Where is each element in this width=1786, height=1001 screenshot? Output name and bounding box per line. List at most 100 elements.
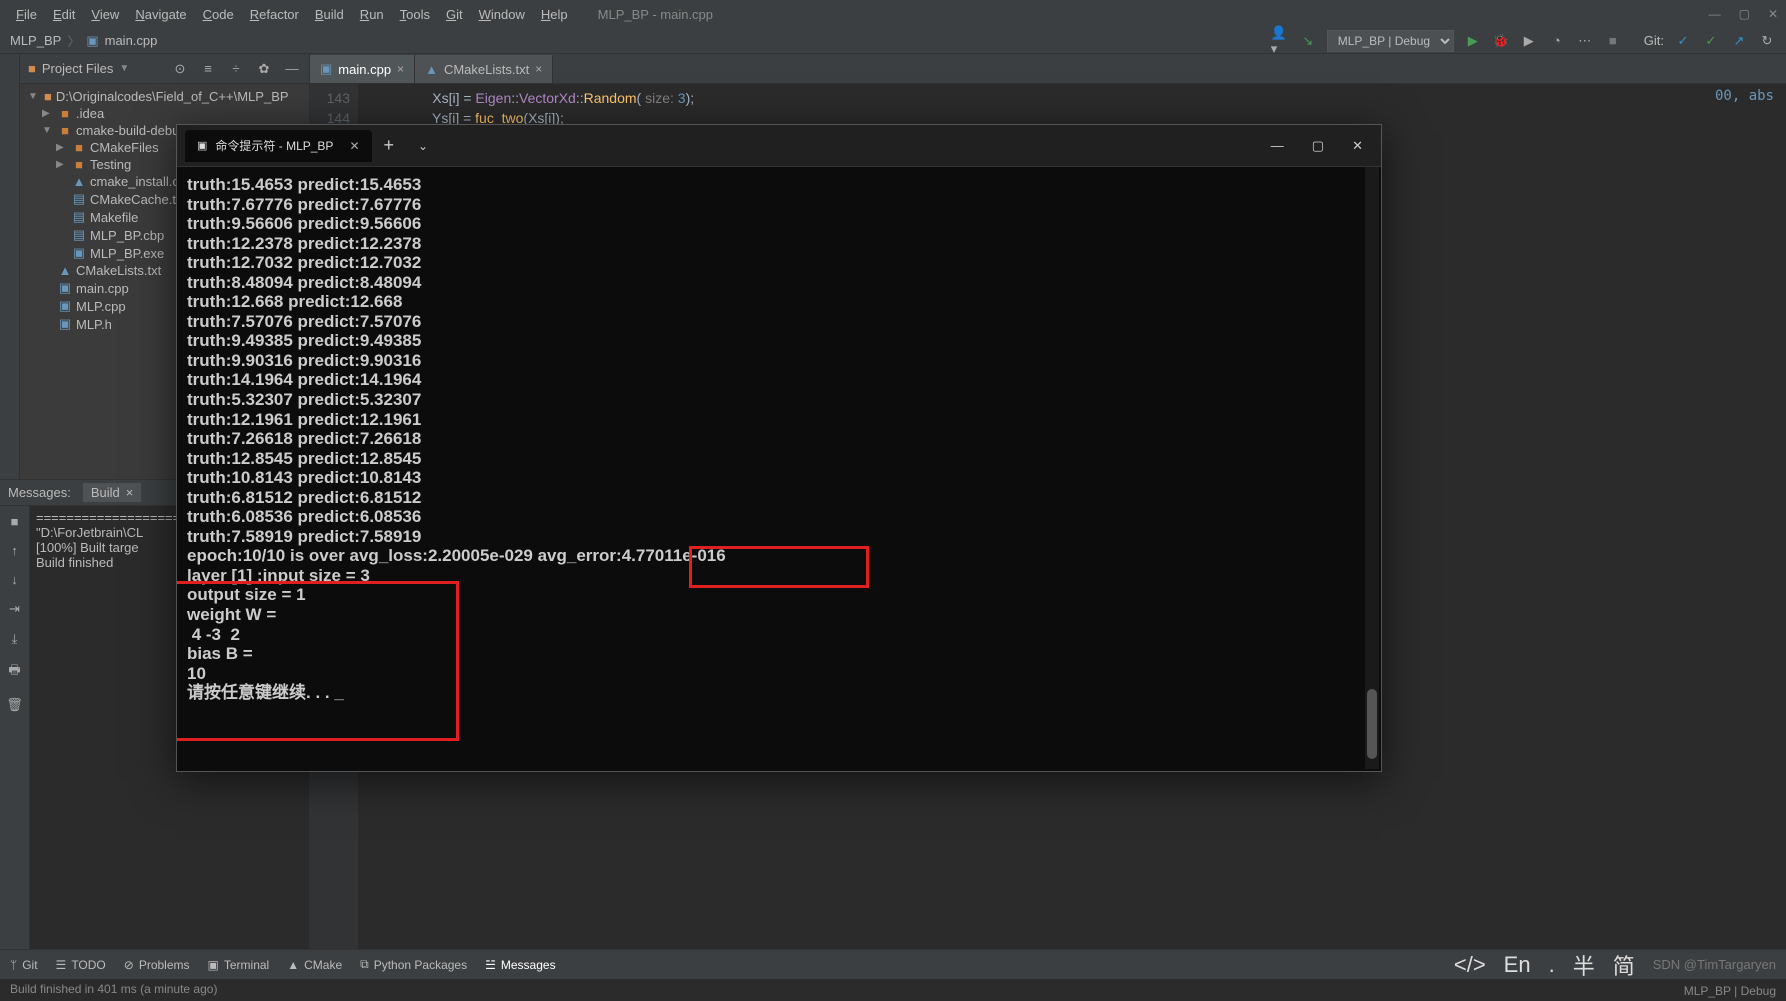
terminal-output[interactable]: truth:15.4653 predict:15.4653truth:7.677… [177,167,1381,771]
git-commit-icon[interactable]: ✓ [1702,32,1720,50]
ime-mode[interactable]: 简 [1613,949,1635,981]
tree-label: MLP.cpp [76,299,126,314]
tool-window-python-packages[interactable]: ⧉Python Packages [360,957,467,972]
terminal-line: 4 -3 2 [187,625,1371,645]
file-icon: ■ [72,140,86,155]
coverage-icon[interactable]: ▶ [1520,32,1538,50]
terminal-tab[interactable]: ▣ 命令提示符 - MLP_BP ✕ [185,130,372,162]
tool-window-todo[interactable]: ☰TODO [56,957,106,972]
tool-window-git[interactable]: ᛘGit [10,957,38,972]
terminal-line: truth:6.08536 predict:6.08536 [187,507,1371,527]
terminal-line: truth:12.7032 predict:12.7032 [187,253,1371,273]
terminal-line: output size = 1 [187,585,1371,605]
tool-window-terminal[interactable]: ▣Terminal [208,957,270,972]
maximize-icon[interactable]: ▢ [1312,138,1324,154]
git-history-icon[interactable]: ↻ [1758,32,1776,50]
tree-label: Makefile [90,210,138,225]
run-config-select[interactable]: MLP_BP | Debug [1327,30,1454,52]
scroll-icon[interactable]: ⤓ [12,631,18,647]
breadcrumb-file[interactable]: main.cpp [105,33,158,48]
breadcrumb-root[interactable]: MLP_BP [10,33,61,48]
tree-label: CMakeLists.txt [76,263,161,278]
tree-label: MLP_BP.exe [90,246,164,261]
tool-window-bar: ᛘGit ☰TODO ⊘Problems ▣Terminal ▲CMake ⧉Python… [0,949,1786,979]
tool-window-cmake[interactable]: ▲CMake [287,957,342,972]
terminal-scrollbar-track[interactable] [1365,167,1379,769]
minimize-icon[interactable]: — [1271,138,1284,154]
file-icon: ■ [72,157,86,172]
tool-window-messages[interactable]: ☱ Messages [485,957,555,972]
menu-code[interactable]: Code [195,5,242,24]
collapse-all-icon[interactable]: ÷ [227,60,245,78]
ime-dot[interactable]: . [1549,952,1555,978]
select-opened-icon[interactable]: ⊙ [171,60,189,78]
tool-window-label: Messages [501,958,556,972]
trash-icon[interactable]: 🗑 [6,697,23,713]
menu-run[interactable]: Run [352,5,392,24]
editor-tab[interactable]: ▣main.cpp× [310,55,415,83]
menu-file[interactable]: File [8,5,45,24]
stop-icon[interactable]: ■ [11,514,19,529]
run-icon[interactable]: ▶ [1464,32,1482,50]
file-icon: ▣ [58,298,72,314]
tool-window-label: TODO [71,958,105,972]
close-icon[interactable]: × [397,62,404,76]
terminal-line: truth:9.56606 predict:9.56606 [187,214,1371,234]
menu-git[interactable]: Git [438,5,471,24]
menu-help[interactable]: Help [533,5,576,24]
editor-tab[interactable]: ▲CMakeLists.txt× [415,55,553,83]
minimize-icon[interactable]: — [1709,7,1721,21]
git-update-icon[interactable]: ✓ [1674,32,1692,50]
code-icon[interactable]: </> [1454,952,1486,978]
menu-refactor[interactable]: Refactor [242,5,307,24]
ime-width[interactable]: 半 [1573,949,1595,981]
hide-icon[interactable]: — [283,60,301,78]
git-push-icon[interactable]: ↗ [1730,32,1748,50]
terminal-icon: ▣ [208,958,219,972]
settings-icon[interactable]: ✿ [255,60,273,78]
status-right: MLP_BP | Debug [1684,984,1776,998]
attach-icon[interactable]: ⋯ [1576,32,1594,50]
menu-view[interactable]: View [83,5,127,24]
close-icon[interactable]: × [126,485,134,500]
tab-dropdown-icon[interactable]: ⌄ [406,139,440,153]
menu-tools[interactable]: Tools [392,5,438,24]
close-icon[interactable]: ✕ [1352,138,1363,154]
project-files-label[interactable]: Project Files [42,61,114,76]
tree-node[interactable]: ▶■.idea [20,105,309,122]
msg-icon: ☱ [485,958,496,972]
window-title: MLP_BP - main.cpp [598,7,713,22]
terminal-scrollbar-thumb[interactable] [1367,689,1377,759]
watermark: SDN @TimTargaryen [1653,957,1776,972]
maximize-icon[interactable]: ▢ [1739,7,1750,21]
command-prompt-window: ▣ 命令提示符 - MLP_BP ✕ + ⌄ — ▢ ✕ truth:15.46… [176,124,1382,772]
expand-all-icon[interactable]: ≡ [199,60,217,78]
file-icon: ▣ [320,61,332,77]
menu-edit[interactable]: Edit [45,5,83,24]
print-icon[interactable]: 🖶 [8,661,20,683]
profile-icon[interactable]: ◔ [1548,32,1566,50]
ime-lang[interactable]: En [1504,952,1531,978]
debug-icon[interactable]: 🐞 [1492,32,1510,50]
status-text: Build finished in 401 ms (a minute ago) [10,982,217,996]
stop-icon[interactable]: ■ [1604,32,1622,50]
messages-tab-build[interactable]: Build× [83,483,142,502]
menu-window[interactable]: Window [471,5,533,24]
tree-root[interactable]: ▼■ D:\Originalcodes\Field_of_C++\MLP_BP [20,88,309,105]
terminal-line: 请按任意键继续. . . _ [187,683,1371,703]
user-icon[interactable]: 👤▾ [1271,32,1289,50]
soft-wrap-icon[interactable]: ⇥ [9,601,20,617]
chevron-down-icon[interactable]: ▼ [119,63,129,74]
hammer-icon[interactable]: ↘ [1299,32,1317,50]
close-icon[interactable]: × [535,62,542,76]
menu-build[interactable]: Build [307,5,352,24]
close-icon[interactable]: ✕ [1768,7,1778,21]
up-icon[interactable]: ↑ [11,543,18,558]
menu-navigate[interactable]: Navigate [127,5,194,24]
terminal-tab-title: 命令提示符 - MLP_BP [215,137,333,154]
tool-window-problems[interactable]: ⊘Problems [124,957,190,972]
new-tab-icon[interactable]: + [372,135,407,156]
close-icon[interactable]: ✕ [349,139,359,153]
down-icon[interactable]: ↓ [11,572,18,587]
file-icon: ▲ [72,174,86,189]
